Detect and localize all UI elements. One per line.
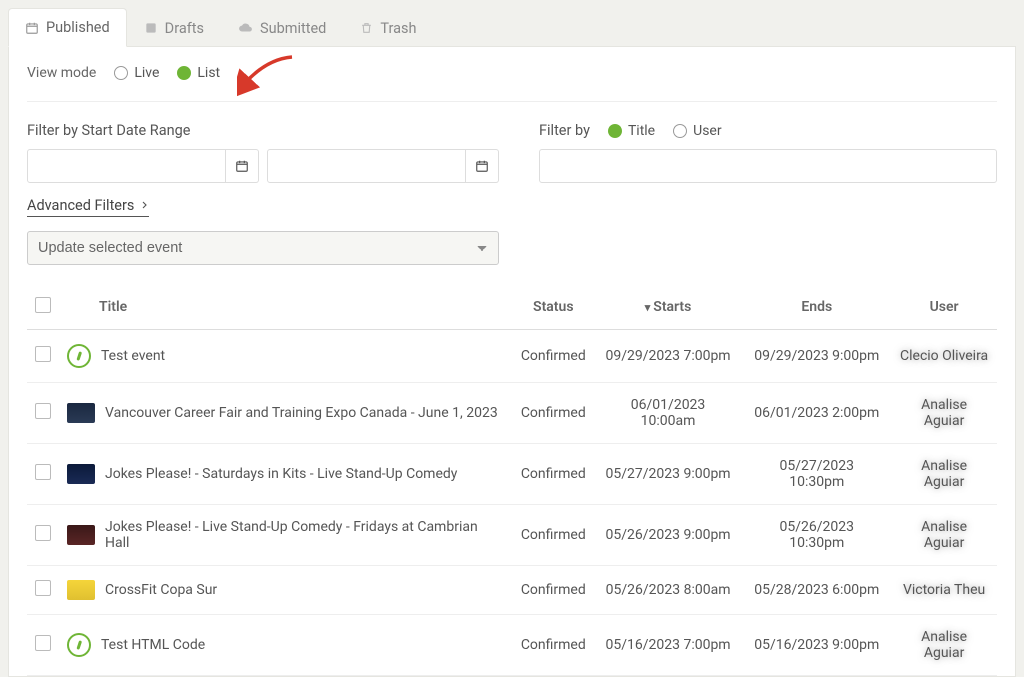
- cloud-icon: [238, 21, 253, 35]
- chevron-right-icon: [140, 197, 149, 214]
- event-title: Test HTML Code: [101, 637, 205, 653]
- event-status: Confirmed: [513, 383, 594, 444]
- trash-icon: [360, 21, 373, 35]
- radio-label: List: [197, 65, 220, 81]
- tab-label: Trash: [380, 20, 416, 37]
- event-thumbnail: [67, 464, 95, 484]
- event-thumbnail: [67, 525, 95, 545]
- date-to-input[interactable]: [267, 149, 466, 183]
- event-ends: 05/28/2023 6:00pm: [742, 566, 891, 615]
- event-status: Confirmed: [513, 505, 594, 566]
- row-checkbox[interactable]: [35, 464, 51, 480]
- table-row[interactable]: Test event Confirmed09/29/2023 7:00pm09/2…: [27, 330, 997, 383]
- date-from-input[interactable]: [27, 149, 226, 183]
- table-row[interactable]: Jokes Please! - Live Stand-Up Comedy - F…: [27, 505, 997, 566]
- event-title: Jokes Please! - Live Stand-Up Comedy - F…: [105, 519, 505, 551]
- filter-by-title[interactable]: Title: [608, 123, 655, 139]
- event-user: Analise Aguiar: [891, 444, 997, 505]
- table-row[interactable]: Test HTML Code Confirmed05/16/2023 7:00pm…: [27, 615, 997, 676]
- tab-label: Submitted: [260, 20, 326, 37]
- col-title[interactable]: Title: [59, 285, 513, 330]
- events-table: Title Status ▾Starts Ends User Test even…: [27, 285, 997, 676]
- event-status: Confirmed: [513, 566, 594, 615]
- col-status[interactable]: Status: [513, 285, 594, 330]
- radio-label: Live: [134, 65, 159, 81]
- filter-by-label: Filter by: [539, 122, 590, 139]
- event-thumbnail: [67, 633, 91, 657]
- annotation-arrow: [237, 53, 297, 97]
- col-user[interactable]: User: [891, 285, 997, 330]
- event-title: Test event: [101, 348, 165, 364]
- table-row[interactable]: CrossFit Copa Sur Confirmed05/26/2023 8:0…: [27, 566, 997, 615]
- event-starts: 06/01/2023 10:00am: [594, 383, 743, 444]
- event-starts: 05/26/2023 8:00am: [594, 566, 743, 615]
- table-row[interactable]: Jokes Please! - Saturdays in Kits - Live…: [27, 444, 997, 505]
- filter-by-user[interactable]: User: [673, 123, 721, 139]
- event-ends: 09/29/2023 9:00pm: [742, 330, 891, 383]
- event-user: Analise Aguiar: [891, 615, 997, 676]
- tab-trash[interactable]: Trash: [343, 8, 433, 47]
- event-ends: 05/26/2023 10:30pm: [742, 505, 891, 566]
- tab-published[interactable]: Published: [8, 8, 127, 47]
- edit-icon: [144, 21, 158, 35]
- radio-label: Title: [628, 123, 655, 139]
- calendar-icon[interactable]: [466, 149, 499, 183]
- event-starts: 05/27/2023 9:00pm: [594, 444, 743, 505]
- bulk-action-select[interactable]: Update selected event: [27, 231, 499, 265]
- event-ends: 06/01/2023 2:00pm: [742, 383, 891, 444]
- tab-label: Published: [46, 19, 110, 36]
- event-thumbnail: [67, 403, 95, 423]
- radio-icon: [673, 124, 687, 138]
- event-starts: 05/16/2023 7:00pm: [594, 615, 743, 676]
- event-title: Vancouver Career Fair and Training Expo …: [105, 405, 498, 421]
- radio-icon: [114, 66, 128, 80]
- event-ends: 05/16/2023 9:00pm: [742, 615, 891, 676]
- radio-label: User: [693, 123, 721, 139]
- tab-label: Drafts: [165, 20, 204, 37]
- date-range-label: Filter by Start Date Range: [27, 122, 499, 139]
- event-user: Analise Aguiar: [891, 505, 997, 566]
- event-thumbnail: [67, 580, 95, 600]
- tab-submitted[interactable]: Submitted: [221, 8, 343, 47]
- search-input[interactable]: [539, 149, 997, 183]
- event-ends: 05/27/2023 10:30pm: [742, 444, 891, 505]
- event-title: Jokes Please! - Saturdays in Kits - Live…: [105, 466, 457, 482]
- row-checkbox[interactable]: [35, 580, 51, 596]
- row-checkbox[interactable]: [35, 346, 51, 362]
- row-checkbox[interactable]: [35, 525, 51, 541]
- event-status: Confirmed: [513, 330, 594, 383]
- sort-desc-icon: ▾: [645, 301, 651, 314]
- event-status: Confirmed: [513, 444, 594, 505]
- advanced-filters-label: Advanced Filters: [27, 197, 134, 214]
- tab-drafts[interactable]: Drafts: [127, 8, 221, 47]
- event-starts: 05/26/2023 9:00pm: [594, 505, 743, 566]
- row-checkbox[interactable]: [35, 403, 51, 419]
- event-status: Confirmed: [513, 615, 594, 676]
- row-checkbox[interactable]: [35, 635, 51, 651]
- event-thumbnail: [67, 344, 91, 368]
- radio-icon: [177, 66, 191, 80]
- radio-icon: [608, 124, 622, 138]
- event-user: Analise Aguiar: [891, 383, 997, 444]
- calendar-icon[interactable]: [226, 149, 259, 183]
- event-title: CrossFit Copa Sur: [105, 582, 217, 598]
- col-starts[interactable]: ▾Starts: [594, 285, 743, 330]
- event-user: Clecio Oliveira: [891, 330, 997, 383]
- view-mode-list[interactable]: List: [177, 65, 220, 81]
- event-starts: 09/29/2023 7:00pm: [594, 330, 743, 383]
- view-mode-label: View mode: [27, 65, 96, 81]
- event-user: Victoria Theu: [891, 566, 997, 615]
- table-row[interactable]: Vancouver Career Fair and Training Expo …: [27, 383, 997, 444]
- status-tabs: Published Drafts Submitted Trash: [8, 8, 1016, 47]
- advanced-filters-toggle[interactable]: Advanced Filters: [27, 197, 149, 217]
- view-mode-live[interactable]: Live: [114, 65, 159, 81]
- select-all-checkbox[interactable]: [35, 297, 51, 313]
- col-ends[interactable]: Ends: [742, 285, 891, 330]
- calendar-icon: [25, 21, 39, 35]
